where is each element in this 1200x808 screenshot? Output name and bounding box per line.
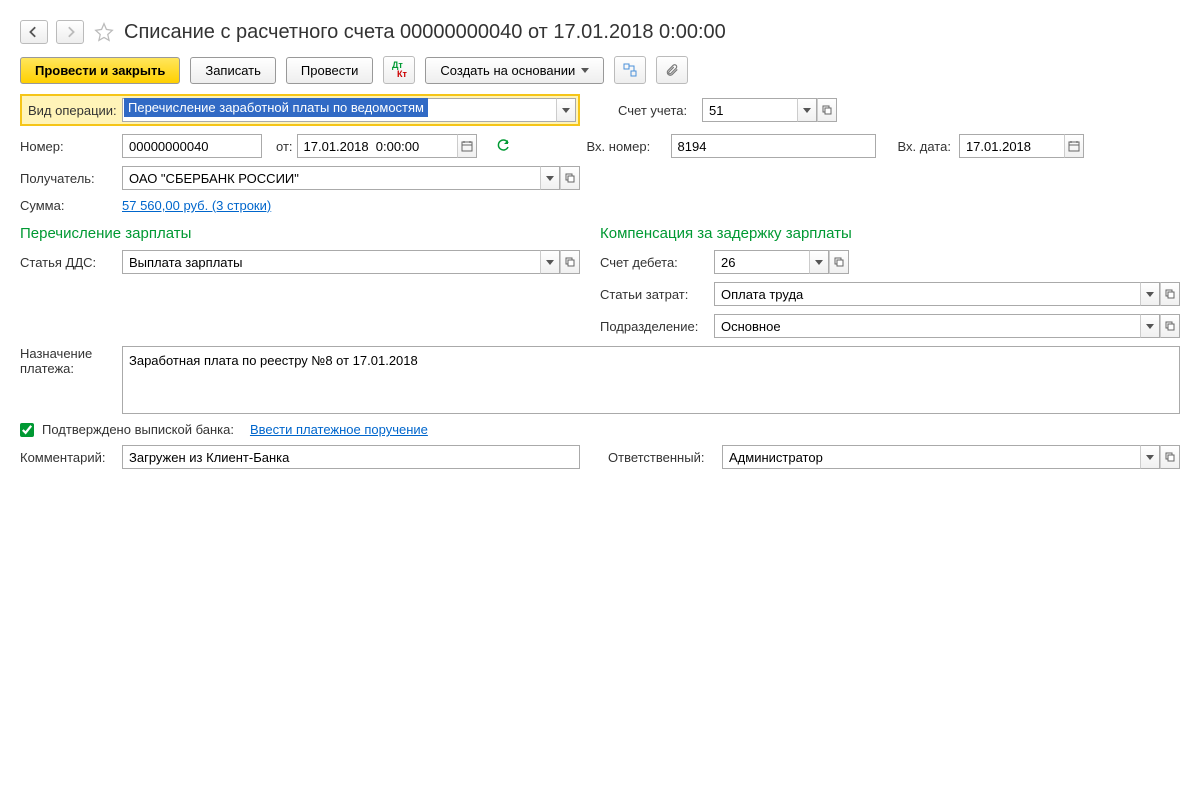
attachment-icon[interactable] — [656, 56, 688, 84]
page-title: Списание с расчетного счета 00000000040 … — [124, 21, 726, 44]
purpose-label: Назначение платежа: — [20, 346, 118, 376]
purpose-textarea[interactable] — [122, 346, 1180, 414]
cost-items-input[interactable] — [714, 282, 1140, 306]
division-dropdown[interactable] — [1140, 314, 1160, 338]
create-based-on-button[interactable]: Создать на основании — [425, 57, 604, 84]
forward-button[interactable] — [56, 20, 84, 44]
enter-payment-order-link[interactable]: Ввести платежное поручение — [250, 422, 428, 437]
confirmed-row: Подтверждено выпиской банка: Ввести плат… — [20, 422, 1180, 437]
recipient-row: Получатель: — [20, 166, 1180, 190]
responsible-label: Ответственный: — [608, 450, 718, 465]
header: Списание с расчетного счета 00000000040 … — [20, 20, 1180, 44]
favorite-star-icon[interactable] — [92, 20, 116, 44]
responsible-open-icon[interactable] — [1160, 445, 1180, 469]
in-date-label: Вх. дата: — [898, 139, 951, 154]
recipient-open-icon[interactable] — [560, 166, 580, 190]
confirmed-checkbox[interactable] — [20, 423, 34, 437]
comment-row: Комментарий: Ответственный: — [20, 445, 1180, 469]
cost-items-open-icon[interactable] — [1160, 282, 1180, 306]
dtkt-icon[interactable]: Дт Кт — [383, 56, 415, 84]
debit-account-input[interactable] — [714, 250, 809, 274]
account-input[interactable] — [702, 98, 797, 122]
cost-items-dropdown[interactable] — [1140, 282, 1160, 306]
operation-type-label: Вид операции: — [24, 101, 122, 120]
division-input[interactable] — [714, 314, 1140, 338]
account-label: Счет учета: — [618, 103, 698, 118]
calendar-icon[interactable] — [457, 134, 477, 158]
in-number-label: Вх. номер: — [587, 139, 667, 154]
comment-label: Комментарий: — [20, 450, 118, 465]
sum-label: Сумма: — [20, 198, 118, 213]
purpose-row: Назначение платежа: — [20, 346, 1180, 414]
salary-section-header: Перечисление зарплаты — [20, 225, 580, 242]
division-open-icon[interactable] — [1160, 314, 1180, 338]
number-label: Номер: — [20, 139, 118, 154]
refresh-icon[interactable] — [495, 137, 511, 156]
back-button[interactable] — [20, 20, 48, 44]
recipient-input[interactable] — [122, 166, 540, 190]
responsible-dropdown[interactable] — [1140, 445, 1160, 469]
compensation-section-header: Компенсация за задержку зарплаты — [600, 225, 1180, 242]
post-button[interactable]: Провести — [286, 57, 374, 84]
cost-items-label: Статьи затрат: — [600, 287, 710, 302]
from-label: от: — [276, 139, 293, 154]
dds-row: Статья ДДС: — [20, 250, 580, 274]
dds-open-icon[interactable] — [560, 250, 580, 274]
debit-account-row: Счет дебета: — [600, 250, 1180, 274]
dds-dropdown[interactable] — [540, 250, 560, 274]
sum-row: Сумма: 57 560,00 руб. (3 строки) — [20, 198, 1180, 213]
account-dropdown[interactable] — [797, 98, 817, 122]
in-number-input[interactable] — [671, 134, 876, 158]
number-input[interactable] — [122, 134, 262, 158]
in-date-calendar-icon[interactable] — [1064, 134, 1084, 158]
division-label: Подразделение: — [600, 319, 710, 334]
division-row: Подразделение: — [600, 314, 1180, 338]
recipient-label: Получатель: — [20, 171, 118, 186]
confirmed-label: Подтверждено выпиской банка: — [42, 422, 234, 437]
responsible-input[interactable] — [722, 445, 1140, 469]
number-row: Номер: от: Вх. номер: Вх. дата: — [20, 134, 1180, 158]
in-date-input[interactable] — [959, 134, 1064, 158]
operation-type-value[interactable]: Перечисление заработной платы по ведомос… — [124, 98, 428, 117]
sum-link[interactable]: 57 560,00 руб. (3 строки) — [122, 198, 271, 213]
operation-type-dropdown[interactable] — [556, 98, 576, 122]
operation-type-row: Вид операции: Перечисление заработной пл… — [20, 94, 1180, 126]
recipient-dropdown[interactable] — [540, 166, 560, 190]
date-input[interactable] — [297, 134, 457, 158]
cost-items-row: Статьи затрат: — [600, 282, 1180, 306]
debit-account-dropdown[interactable] — [809, 250, 829, 274]
dds-label: Статья ДДС: — [20, 255, 118, 270]
account-open-icon[interactable] — [817, 98, 837, 122]
debit-account-label: Счет дебета: — [600, 255, 710, 270]
comment-input[interactable] — [122, 445, 580, 469]
create-based-label: Создать на основании — [440, 63, 575, 78]
dds-input[interactable] — [122, 250, 540, 274]
toolbar: Провести и закрыть Записать Провести Дт … — [20, 56, 1180, 84]
chevron-down-icon — [581, 68, 589, 73]
post-and-close-button[interactable]: Провести и закрыть — [20, 57, 180, 84]
save-button[interactable]: Записать — [190, 57, 276, 84]
debit-account-open-icon[interactable] — [829, 250, 849, 274]
structure-icon[interactable] — [614, 56, 646, 84]
